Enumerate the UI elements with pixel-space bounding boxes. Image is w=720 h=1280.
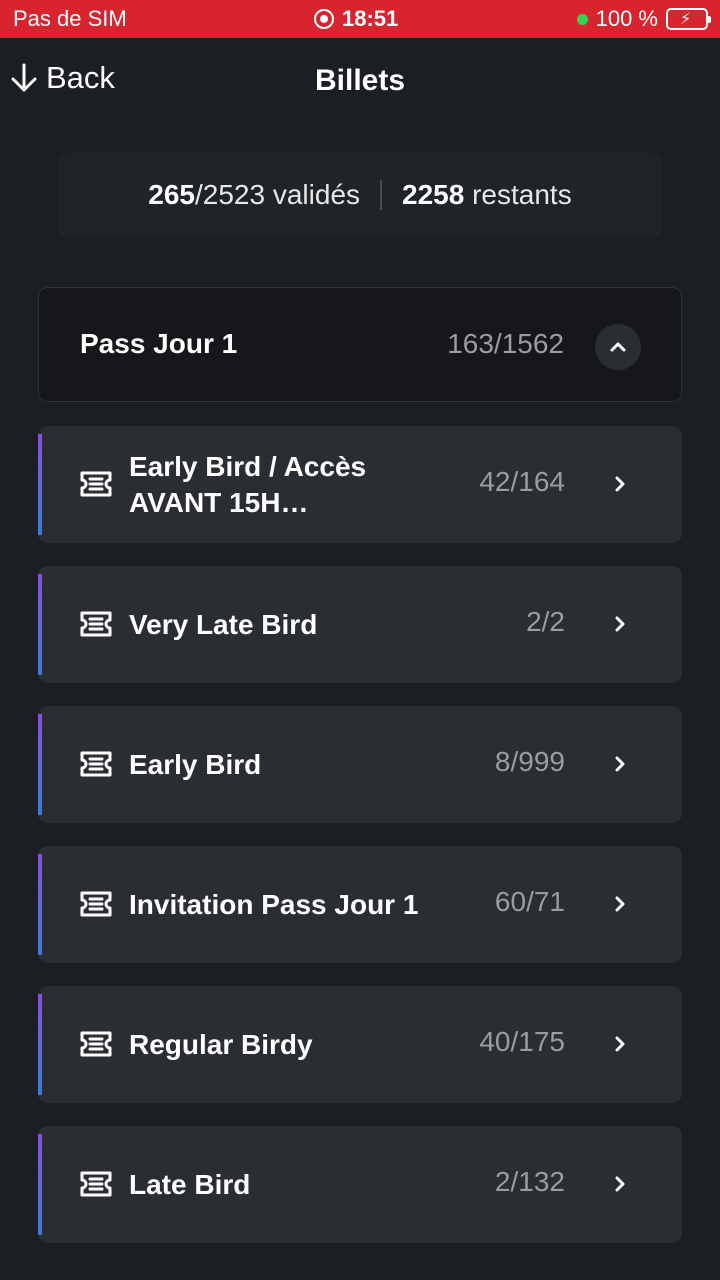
ticket-count: 2/2: [526, 606, 565, 637]
chevron-right-icon: [610, 1034, 630, 1054]
remaining-label: restants: [464, 179, 572, 210]
ticket-label: Regular Birdy: [129, 1028, 313, 1060]
chevron-right-icon: [610, 894, 630, 914]
battery-percent: 100 %: [595, 6, 658, 31]
status-right: 100 % ⚡: [576, 6, 711, 32]
ticket-label: Early Bird / Accès AVANT 15H (supplément…: [129, 450, 367, 518]
group-count: 163/1562: [447, 328, 564, 359]
validated-label: validés: [265, 179, 361, 210]
page-title: Billets: [314, 64, 406, 97]
chevron-right-icon: [610, 614, 630, 634]
ticket-accent-bar: [38, 1134, 42, 1235]
ticket-row[interactable]: Early Bird / Accès AVANT 15H (supplément…: [38, 426, 682, 543]
summary-divider: [380, 180, 383, 210]
ticket-row[interactable]: Late Bird 2/132: [38, 1126, 682, 1243]
ticket-row[interactable]: Regular Birdy 40/175: [38, 986, 682, 1103]
group-name: Pass Jour 1: [80, 328, 238, 359]
ticket-accent-bar: [38, 714, 42, 815]
ticket-accent-bar: [38, 574, 42, 675]
ticket-icon: [79, 747, 113, 781]
ticket-icon: [79, 887, 113, 921]
nav-bar: Back Billets: [0, 38, 720, 128]
carrier-label: Pas de SIM: [13, 6, 127, 31]
ticket-label: Late Bird: [129, 1168, 251, 1200]
ticket-label: Invitation Pass Jour 1: [129, 888, 419, 920]
ticket-accent-bar: [38, 994, 42, 1095]
chevron-right-icon: [610, 754, 630, 774]
ticket-count: 42/164: [479, 466, 565, 497]
screen-recording-icon: [314, 9, 334, 29]
validated-count: 265: [148, 179, 195, 210]
chevron-right-icon: [610, 474, 630, 494]
remaining-count: 2258: [402, 179, 465, 210]
total-count: /2523: [195, 179, 266, 210]
ticket-row[interactable]: Very Late Bird 2/2: [38, 566, 682, 683]
privacy-indicator-icon: [576, 13, 588, 25]
validation-summary: 265 /2523 validés 2258 restants: [58, 153, 662, 237]
ticket-accent-bar: [38, 434, 42, 535]
ticket-icon: [79, 1027, 113, 1061]
ticket-label: Early Bird: [129, 748, 262, 780]
clock: 18:51: [342, 6, 399, 31]
ticket-row[interactable]: Invitation Pass Jour 1 60/71: [38, 846, 682, 963]
group-header-pass-jour-1[interactable]: Pass Jour 1 163/1562: [38, 287, 682, 402]
ticket-icon: [79, 1167, 113, 1201]
ticket-count: 40/175: [479, 1026, 565, 1057]
chevron-right-icon: [610, 1174, 630, 1194]
ticket-accent-bar: [38, 854, 42, 955]
ticket-count: 60/71: [494, 886, 565, 917]
status-bar: Pas de SIM 18:51 100 % ⚡: [0, 0, 720, 38]
ticket-icon: [79, 607, 113, 641]
chevron-up-icon: [610, 342, 626, 352]
status-center: 18:51: [314, 6, 398, 32]
collapse-button[interactable]: [595, 324, 641, 370]
ticket-count: 2/132: [494, 1166, 565, 1197]
ticket-label: Very Late Bird: [129, 608, 318, 640]
battery-charging-icon: ⚡: [666, 8, 711, 30]
ticket-icon: [79, 467, 113, 501]
ticket-count: 8/999: [494, 746, 565, 777]
ticket-row[interactable]: Early Bird 8/999: [38, 706, 682, 823]
